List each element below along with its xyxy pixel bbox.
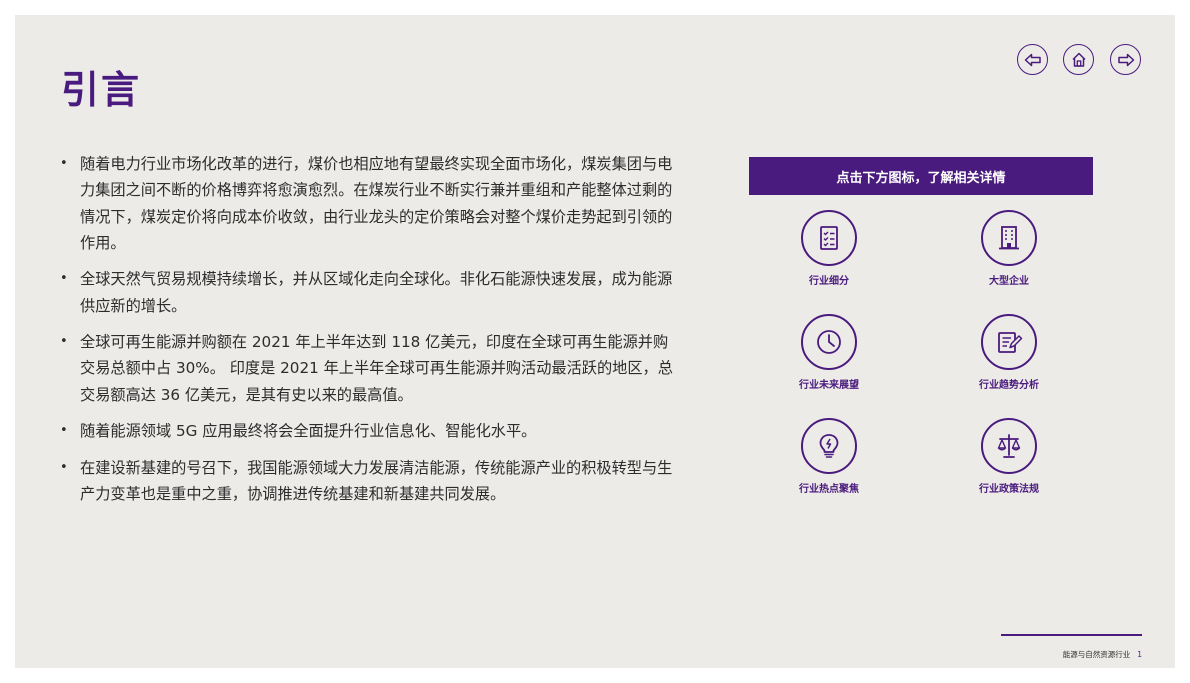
tile-icon-circle — [981, 314, 1037, 370]
tile-icon-circle — [801, 418, 857, 474]
tile-icon-circle — [801, 210, 857, 266]
slide-page: 引言 随着电力行业市场化改革的进行，煤价也相应地有望最终实现全面市场化，煤炭集团… — [15, 15, 1175, 668]
footer: 能源与自然资源行业 1 — [1001, 649, 1142, 660]
tile-label: 大型企业 — [989, 276, 1029, 287]
tile-icon-circle — [981, 418, 1037, 474]
scales-icon — [997, 434, 1021, 458]
tile-label: 行业未来展望 — [799, 380, 859, 391]
bullet-item: 全球可再生能源并购额在 2021 年上半年达到 118 亿美元，印度在全球可再生… — [59, 329, 674, 408]
tile-large-enterprises[interactable]: 大型企业 — [949, 210, 1069, 287]
tile-hot-topics[interactable]: 行业热点聚焦 — [769, 418, 889, 495]
lightbulb-icon — [819, 434, 839, 458]
bullet-list: 随着电力行业市场化改革的进行，煤价也相应地有望最终实现全面市场化，煤炭集团与电力… — [59, 151, 674, 518]
left-arrow-icon — [1024, 53, 1041, 66]
back-button[interactable] — [1017, 44, 1048, 75]
building-icon — [999, 226, 1019, 250]
tile-label: 行业热点聚焦 — [799, 484, 859, 495]
tile-icon-circle — [981, 210, 1037, 266]
tile-icon-circle — [801, 314, 857, 370]
home-button[interactable] — [1063, 44, 1094, 75]
tile-label: 行业政策法规 — [979, 484, 1039, 495]
page-number: 1 — [1137, 650, 1142, 659]
checklist-icon — [820, 226, 838, 250]
bullet-item: 在建设新基建的号召下，我国能源领域大力发展清洁能源，传统能源产业的积极转型与生产… — [59, 455, 674, 508]
forward-button[interactable] — [1110, 44, 1141, 75]
footer-text: 能源与自然资源行业 — [1062, 650, 1131, 659]
page-title: 引言 — [61, 68, 142, 112]
tile-trend-analysis[interactable]: 行业趋势分析 — [949, 314, 1069, 391]
clock-icon — [817, 330, 841, 354]
tile-industry-outlook[interactable]: 行业未来展望 — [769, 314, 889, 391]
panel-header: 点击下方图标，了解相关详情 — [749, 157, 1093, 195]
bullet-item: 随着电力行业市场化改革的进行，煤价也相应地有望最终实现全面市场化，煤炭集团与电力… — [59, 151, 674, 256]
right-arrow-icon — [1117, 53, 1134, 66]
footer-divider — [1001, 634, 1142, 636]
tile-policies-regulations[interactable]: 行业政策法规 — [949, 418, 1069, 495]
bullet-item: 随着能源领域 5G 应用最终将会全面提升行业信息化、智能化水平。 — [59, 418, 674, 445]
tile-label: 行业细分 — [809, 276, 849, 287]
home-icon — [1071, 52, 1086, 67]
document-edit-icon — [998, 332, 1023, 353]
tile-label: 行业趋势分析 — [979, 380, 1039, 391]
bullet-item: 全球天然气贸易规模持续增长，并从区域化走向全球化。非化石能源快速发展，成为能源供… — [59, 266, 674, 319]
tile-industry-segments[interactable]: 行业细分 — [769, 210, 889, 287]
